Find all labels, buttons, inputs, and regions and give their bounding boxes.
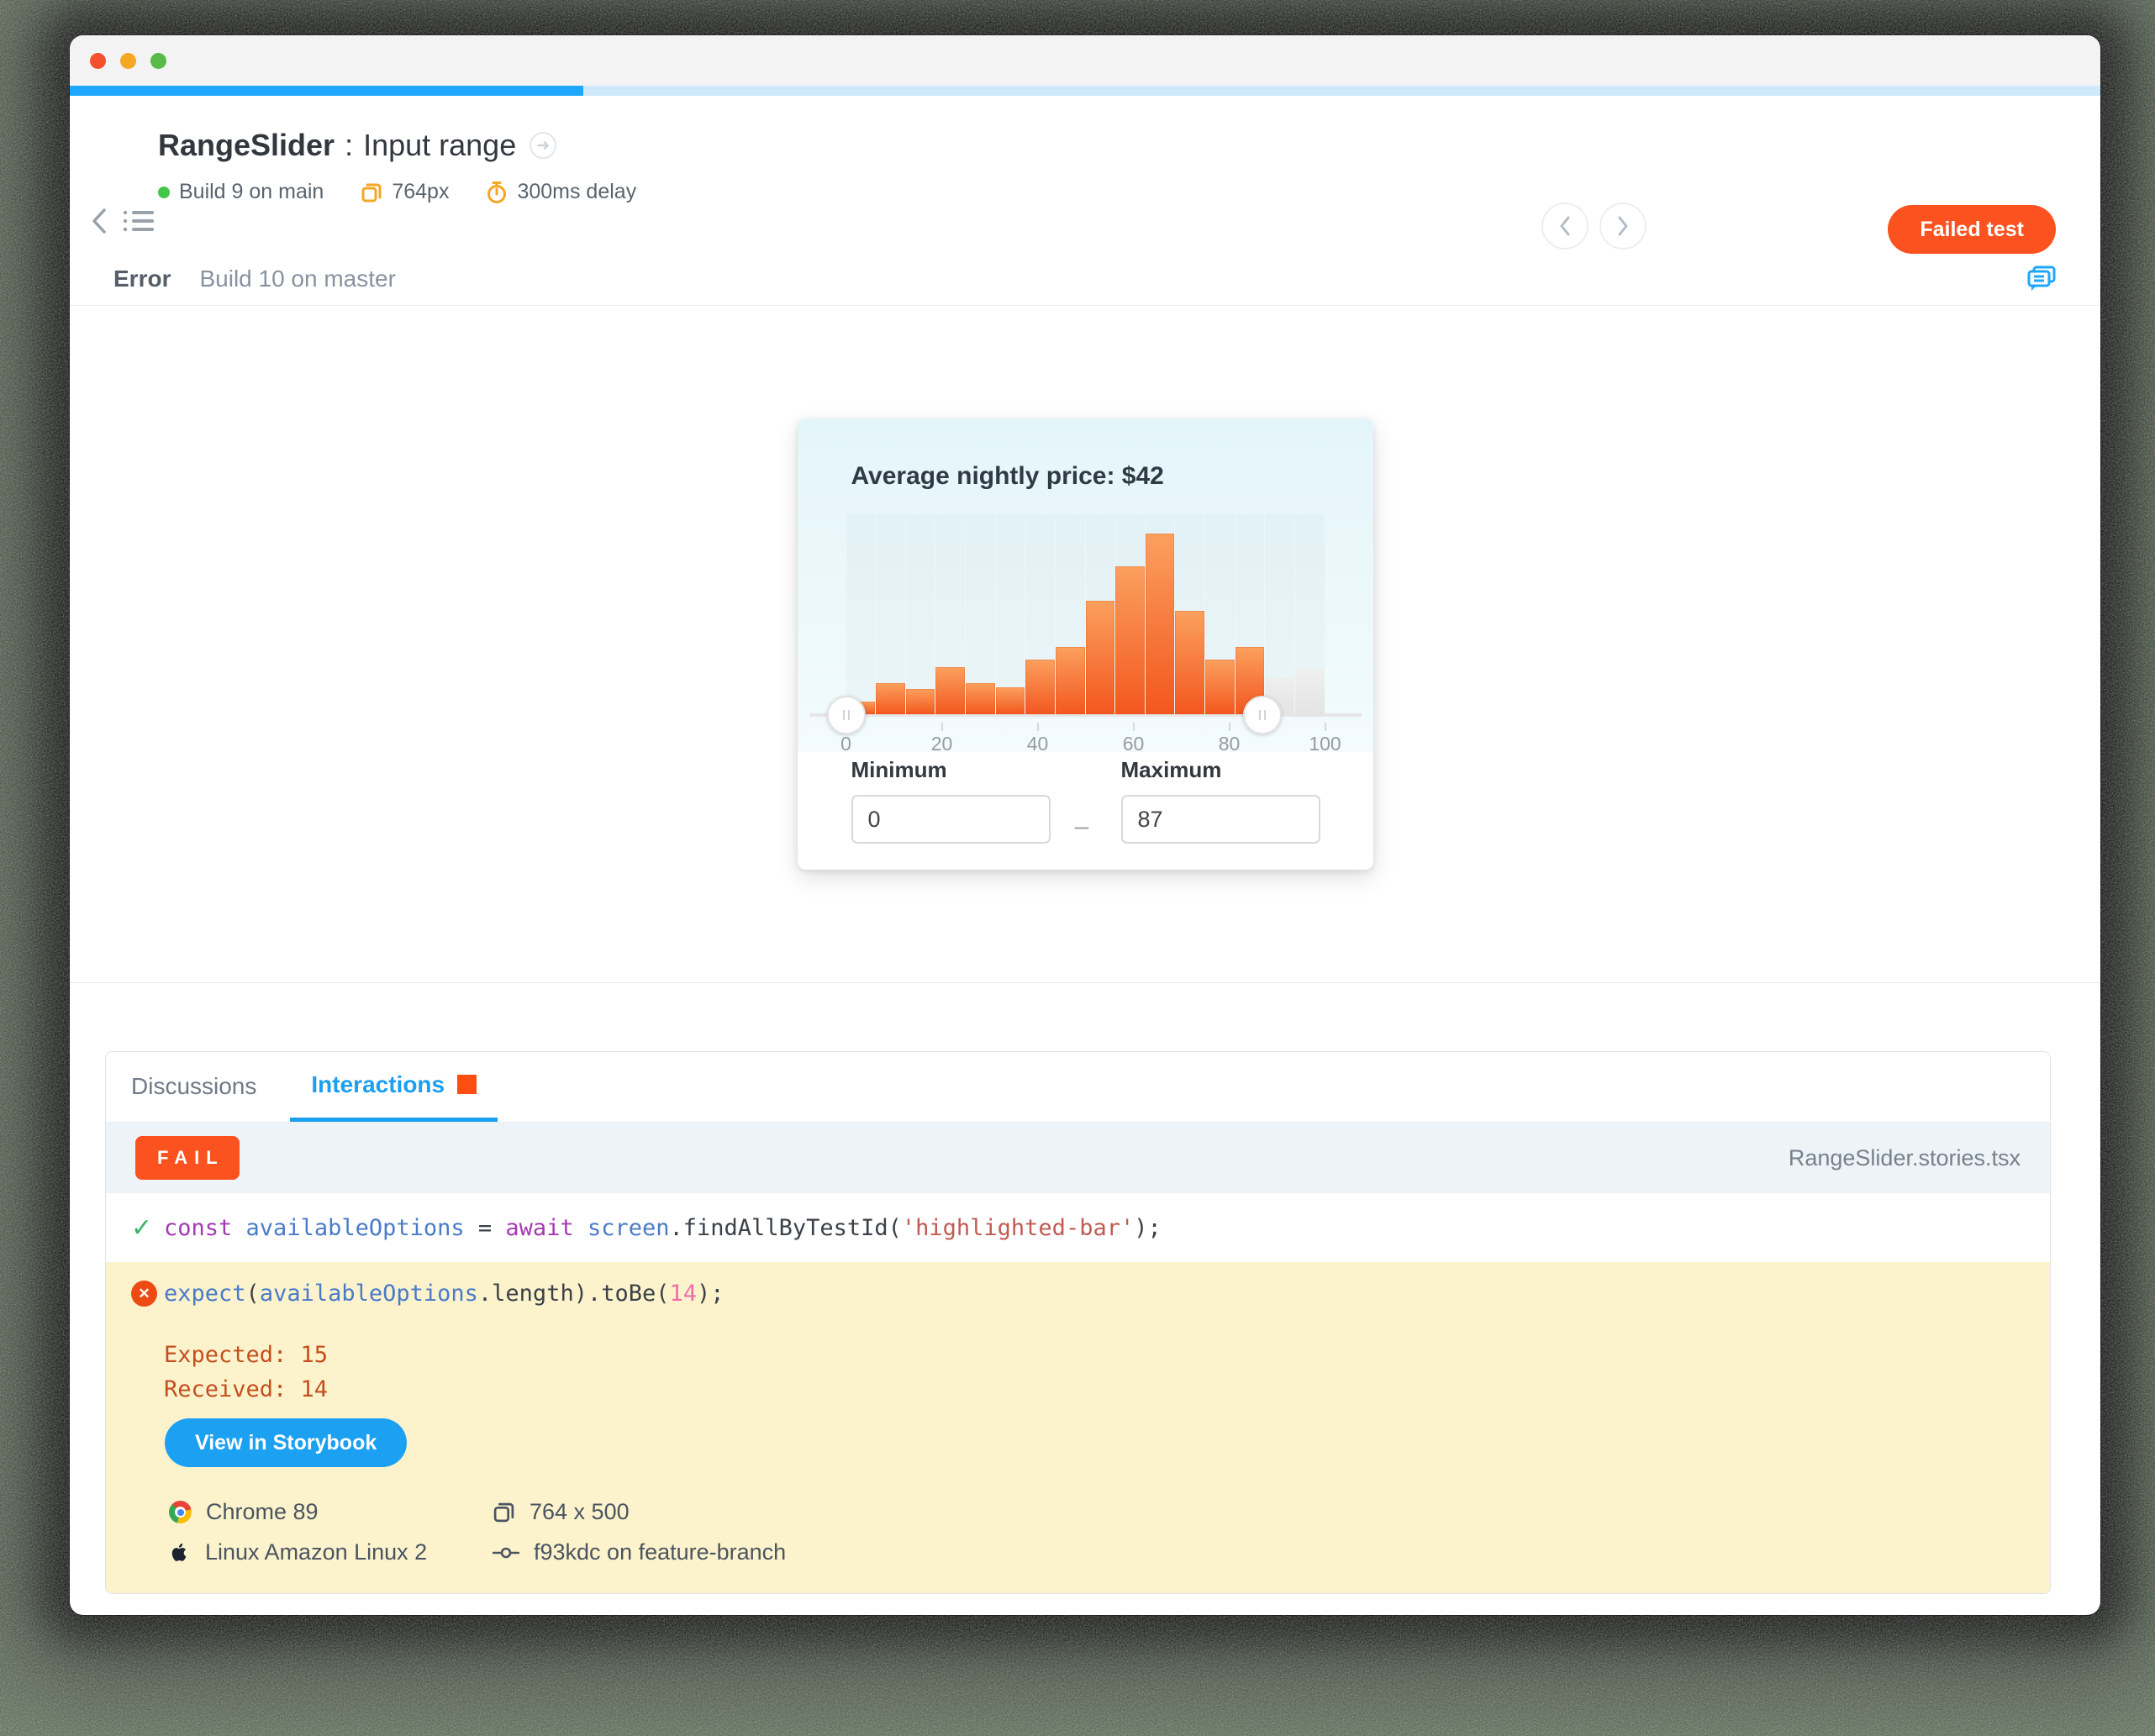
app-window: RangeSlider : Input range ➜ Build 9 on m… — [70, 35, 2100, 1615]
test-environment-meta: Chrome 89 764 x 500 Linux Amazon Linux 2 — [169, 1499, 786, 1565]
permalink-arrow-icon[interactable]: ➜ — [530, 132, 557, 159]
axis-tick-label: 40 — [1026, 733, 1049, 755]
interactions-panel: Discussions Interactions FAIL RangeSlide… — [105, 1051, 2051, 1594]
histogram-bar-highlighted — [1115, 566, 1145, 714]
histogram-bar-highlighted — [876, 683, 905, 714]
failed-step-block: ✕ expect(availableOptions .length).toBe(14… — [106, 1262, 2050, 1593]
failed-step-code-line: ✕ expect(availableOptions .length).toBe(14… — [131, 1281, 724, 1307]
previous-story-button[interactable] — [1541, 203, 1589, 250]
viewport-icon — [361, 181, 382, 203]
histogram — [846, 534, 1325, 714]
zoom-window-button[interactable] — [150, 52, 166, 69]
view-in-storybook-button[interactable]: View in Storybook — [165, 1418, 408, 1467]
progress-bar-fill — [70, 86, 584, 96]
component-name: RangeSlider — [158, 128, 335, 162]
received-line: Received: 14 — [164, 1376, 329, 1402]
axis-tick-label: 100 — [1309, 733, 1341, 755]
viewport-badge: 764px — [361, 180, 449, 204]
comments-icon[interactable] — [2026, 265, 2057, 293]
test-result-bar: FAIL RangeSlider.stories.tsx — [106, 1123, 2050, 1193]
x-axis: 0 20 40 60 80 100 — [798, 721, 1373, 755]
browser-meta: Chrome 89 — [169, 1499, 493, 1525]
comparison-bar: Error Build 10 on master — [70, 252, 2100, 306]
histogram-bar-highlighted — [1055, 647, 1085, 714]
story-name: Input range — [363, 128, 517, 162]
error-x-icon: ✕ — [131, 1281, 157, 1307]
back-chevron-icon[interactable] — [90, 207, 108, 235]
failed-test-button[interactable]: Failed test — [1888, 205, 2056, 254]
range-slider-story-card: Average nightly price: $42 0 20 40 60 80 100 … — [797, 418, 1373, 870]
axis-tick-label: 0 — [840, 733, 851, 755]
histogram-bar-muted — [1294, 669, 1325, 714]
minimum-input[interactable] — [851, 795, 1051, 844]
histogram-bar-highlighted — [995, 687, 1025, 714]
histogram-bar-highlighted — [1175, 611, 1204, 714]
range-separator: – — [1074, 813, 1089, 840]
axis-tick-mark — [941, 723, 943, 731]
app-header: RangeSlider : Input range ➜ Build 9 on m… — [70, 96, 2100, 254]
axis-tick-mark — [1036, 723, 1039, 731]
page-title: RangeSlider : Input range ➜ — [158, 128, 636, 163]
axis-tick-mark — [1132, 723, 1135, 731]
axis-tick-label: 20 — [930, 733, 953, 755]
tab-interactions[interactable]: Interactions — [290, 1052, 498, 1122]
os-meta: Linux Amazon Linux 2 — [169, 1539, 493, 1565]
minimum-label: Minimum — [851, 757, 947, 782]
stopwatch-icon — [486, 181, 508, 204]
chart-title: Average nightly price: $42 — [851, 462, 1164, 490]
viewport-meta: 764 x 500 — [493, 1499, 786, 1525]
minimize-window-button[interactable] — [120, 52, 136, 69]
error-status-label: Error — [113, 265, 171, 292]
build-status-badge: Build 9 on main — [158, 180, 324, 204]
chrome-icon — [169, 1501, 192, 1523]
maximum-input[interactable] — [1120, 795, 1320, 844]
commit-meta: f93kdc on feature-branch — [493, 1539, 786, 1565]
assertion-result: Expected: 15 Received: 14 — [164, 1338, 328, 1407]
delay-badge: 300ms delay — [486, 180, 636, 204]
passed-step-code-line: ✓ const availableOptions = await screen. f… — [131, 1213, 1162, 1242]
panel-tabs: Discussions Interactions — [106, 1052, 2050, 1123]
window-titlebar — [70, 35, 2100, 86]
fail-status-badge: FAIL — [135, 1136, 240, 1180]
close-window-button[interactable] — [90, 52, 106, 69]
apple-icon — [169, 1541, 191, 1565]
comparison-build-label: Build 10 on master — [199, 265, 396, 292]
progress-bar — [70, 86, 2100, 96]
histogram-bar-highlighted — [1205, 660, 1235, 714]
next-story-button[interactable] — [1599, 203, 1647, 250]
story-file-name: RangeSlider.stories.tsx — [1788, 1144, 2021, 1170]
status-dot-icon — [158, 186, 170, 198]
histogram-area: Average nightly price: $42 0 20 40 60 80 100 — [797, 418, 1373, 755]
interactions-fail-square-icon — [457, 1075, 477, 1094]
histogram-bar-highlighted — [1025, 660, 1055, 714]
commit-icon — [493, 1544, 519, 1562]
slider-handle-min[interactable] — [826, 696, 866, 734]
viewport-size-icon — [493, 1501, 515, 1523]
histogram-bar-highlighted — [935, 667, 965, 714]
axis-tick-mark — [1228, 723, 1230, 731]
expected-line: Expected: 15 — [164, 1342, 329, 1368]
histogram-bar-highlighted — [905, 689, 935, 714]
histogram-bar-highlighted — [1145, 534, 1175, 714]
histogram-bar-highlighted — [1085, 601, 1115, 714]
range-inputs-area: Minimum – Maximum — [797, 752, 1373, 870]
check-icon: ✓ — [131, 1213, 153, 1242]
axis-tick-mark — [1324, 723, 1326, 731]
axis-tick-label: 60 — [1122, 733, 1145, 755]
maximum-label: Maximum — [1120, 757, 1222, 782]
axis-tick-label: 80 — [1218, 733, 1241, 755]
story-list-icon[interactable] — [122, 207, 155, 235]
tab-discussions[interactable]: Discussions — [131, 1052, 256, 1122]
histogram-bar-highlighted — [966, 683, 995, 714]
story-preview-stage: Average nightly price: $42 0 20 40 60 80 100 … — [70, 306, 2100, 983]
